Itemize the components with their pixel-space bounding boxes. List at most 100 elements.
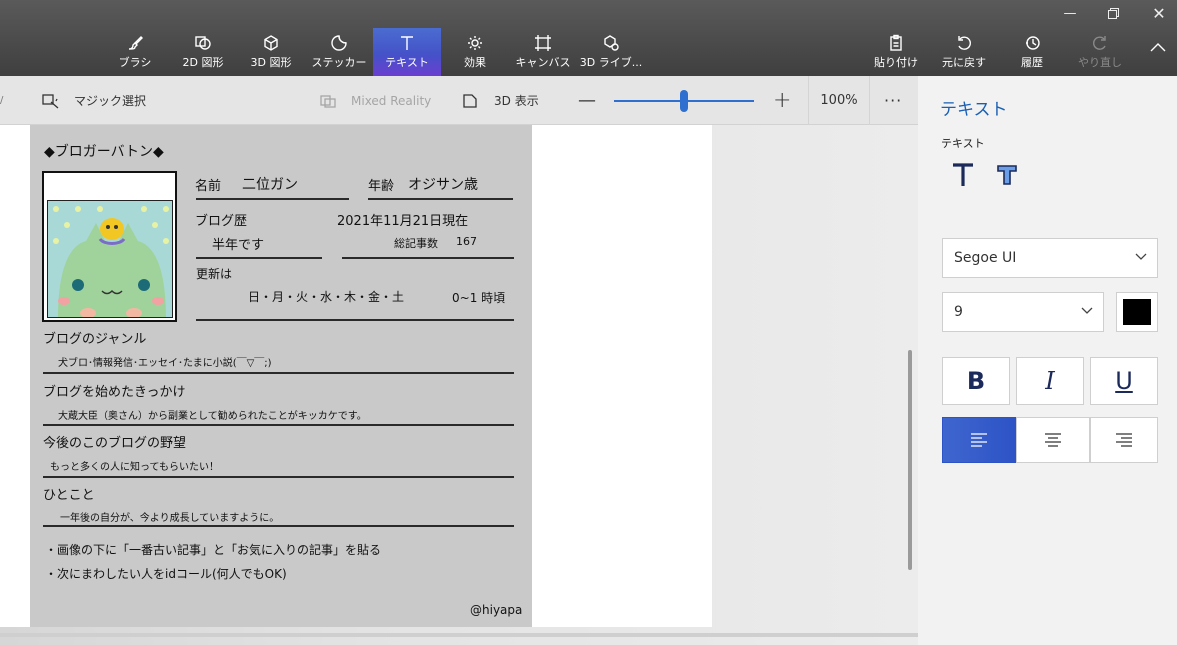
- zoom-in-icon: +: [773, 88, 792, 113]
- mixed-reality-icon: [320, 94, 336, 108]
- align-center-button[interactable]: [1016, 417, 1090, 463]
- tool-sticker[interactable]: ステッカー: [306, 28, 372, 76]
- 3d-library-icon: [601, 34, 621, 52]
- plain-text-style-button[interactable]: [948, 160, 978, 190]
- avatar: [47, 200, 173, 318]
- chevron-down-icon: [1135, 253, 1147, 260]
- zoom-level[interactable]: 100%: [808, 76, 870, 125]
- italic-button[interactable]: I: [1016, 357, 1084, 405]
- zoom-slider-thumb[interactable]: [680, 90, 688, 112]
- canvas-icon: [533, 34, 553, 52]
- effects-icon: [465, 34, 485, 52]
- plain-text-icon: [953, 163, 973, 186]
- redo-icon: [1090, 34, 1110, 52]
- genre-question: ブログのジャンル: [43, 332, 147, 347]
- paste-button[interactable]: 貼り付け: [869, 28, 923, 76]
- view-3d-button[interactable]: 3D 表示: [462, 76, 539, 125]
- toolbar-edge-marker: /: [0, 95, 4, 106]
- tool-canvas[interactable]: キャンバス: [512, 28, 574, 76]
- genre-answer: 犬ブロ･情報発信･エッセイ･たまに小説(￣▽￣;): [58, 358, 272, 369]
- bold-icon: B: [966, 367, 986, 395]
- text-icon: [397, 34, 417, 52]
- fancy-text-style-button[interactable]: [992, 160, 1022, 190]
- zoom-out-icon: —: [578, 90, 596, 111]
- minimize-button[interactable]: —: [1047, 0, 1093, 26]
- bold-button[interactable]: B: [942, 357, 1010, 405]
- tool-text[interactable]: テキスト: [373, 28, 441, 76]
- divider: [196, 198, 349, 200]
- update-label: 更新は: [196, 267, 233, 281]
- view-3d-label: 3D 表示: [494, 94, 539, 108]
- brush-icon: [125, 34, 145, 52]
- avatar-frame: [42, 171, 177, 322]
- close-button[interactable]: ✕: [1136, 0, 1177, 26]
- redo-button[interactable]: やり直し: [1072, 28, 1128, 76]
- divider: [43, 525, 514, 527]
- align-center-icon: [1045, 433, 1061, 447]
- panel-subtitle: テキスト: [941, 137, 985, 150]
- font-size-dropdown[interactable]: 9: [942, 292, 1104, 332]
- align-right-icon: [1116, 433, 1132, 447]
- history-button[interactable]: 履歴: [1005, 28, 1059, 76]
- underline-button[interactable]: U: [1090, 357, 1158, 405]
- align-right-button[interactable]: [1090, 417, 1158, 463]
- align-left-icon: [971, 433, 987, 447]
- font-size-value: 9: [954, 304, 963, 320]
- total-posts-value: 167: [456, 235, 477, 248]
- undo-button[interactable]: 元に戻す: [934, 28, 994, 76]
- ambition-answer: もっと多くの人に知ってもらいたい！: [50, 462, 219, 473]
- align-left-button[interactable]: [942, 417, 1016, 463]
- cat-character-icon: [53, 206, 169, 317]
- close-icon: ✕: [1152, 3, 1166, 23]
- tool-3d-shapes[interactable]: 3D 図形: [240, 28, 302, 76]
- fancy-text-icon: [997, 165, 1017, 185]
- mixed-reality-button[interactable]: Mixed Reality: [319, 76, 431, 125]
- collapse-ribbon-button[interactable]: [1139, 28, 1177, 76]
- text-side-panel: テキスト テキスト Segoe UI 9 B I U: [918, 76, 1177, 645]
- blogger-baton-image[interactable]: ◆ブロガーバトン◆ 名前 二位ガン 年齢 オジサン歳 ブログ歴 2021年11月…: [30, 125, 532, 627]
- font-family-dropdown[interactable]: Segoe UI: [942, 238, 1158, 278]
- total-posts-label: 総記事数: [394, 237, 438, 250]
- zoom-level-value: 100%: [820, 93, 858, 108]
- action-label: 貼り付け: [874, 56, 918, 69]
- tool-label: ステッカー: [311, 56, 367, 69]
- magic-select-button[interactable]: マジック選択: [42, 76, 146, 125]
- divider: [196, 319, 514, 321]
- reason-question: ブログを始めたきっかけ: [43, 385, 186, 400]
- action-label: やり直し: [1078, 56, 1122, 69]
- tool-brush[interactable]: ブラシ: [109, 28, 161, 76]
- text-color-picker[interactable]: [1116, 292, 1158, 332]
- zoom-out-button[interactable]: —: [578, 76, 596, 125]
- horizontal-scrollbar[interactable]: [0, 633, 918, 637]
- tool-label: 効果: [464, 56, 486, 69]
- tool-effects[interactable]: 効果: [448, 28, 502, 76]
- restore-button[interactable]: [1090, 0, 1136, 26]
- blog-history-value: 半年です: [212, 238, 265, 253]
- divider: [368, 198, 513, 200]
- vertical-scrollbar[interactable]: [908, 350, 912, 570]
- underline-icon: U: [1115, 367, 1133, 395]
- instruction-note: ・次にまわしたい人をidコール(何人でもOK): [45, 567, 287, 581]
- more-icon: ···: [884, 91, 903, 110]
- age-value: オジサン歳: [408, 177, 478, 193]
- undo-icon: [954, 34, 974, 52]
- chevron-down-icon: [1081, 307, 1093, 314]
- name-label: 名前: [195, 179, 222, 194]
- mixed-reality-label: Mixed Reality: [351, 93, 432, 108]
- instruction-note: ・画像の下に「一番古い記事」と「お気に入りの記事」を貼る: [45, 543, 382, 557]
- as-of-date: 2021年11月21日現在: [337, 214, 469, 229]
- update-time: 0~1 時頃: [452, 291, 506, 305]
- workspace: ◆ブロガーバトン◆ 名前 二位ガン 年齢 オジサン歳 ブログ歴 2021年11月…: [0, 125, 918, 645]
- paste-icon: [886, 34, 906, 52]
- comment-question: ひとこと: [43, 488, 95, 503]
- text-color-swatch: [1123, 299, 1151, 325]
- history-icon: [1022, 34, 1042, 52]
- 3d-shapes-icon: [261, 34, 281, 52]
- zoom-in-button[interactable]: +: [773, 76, 791, 125]
- tool-3d-library[interactable]: 3D ライブ...: [578, 28, 644, 76]
- comment-answer: 一年後の自分が、今より成長していますように。: [60, 513, 280, 524]
- tool-2d-shapes[interactable]: 2D 図形: [172, 28, 234, 76]
- signature: @hiyapa: [470, 603, 523, 617]
- tool-label: ブラシ: [118, 56, 152, 69]
- more-options-button[interactable]: ···: [884, 76, 902, 125]
